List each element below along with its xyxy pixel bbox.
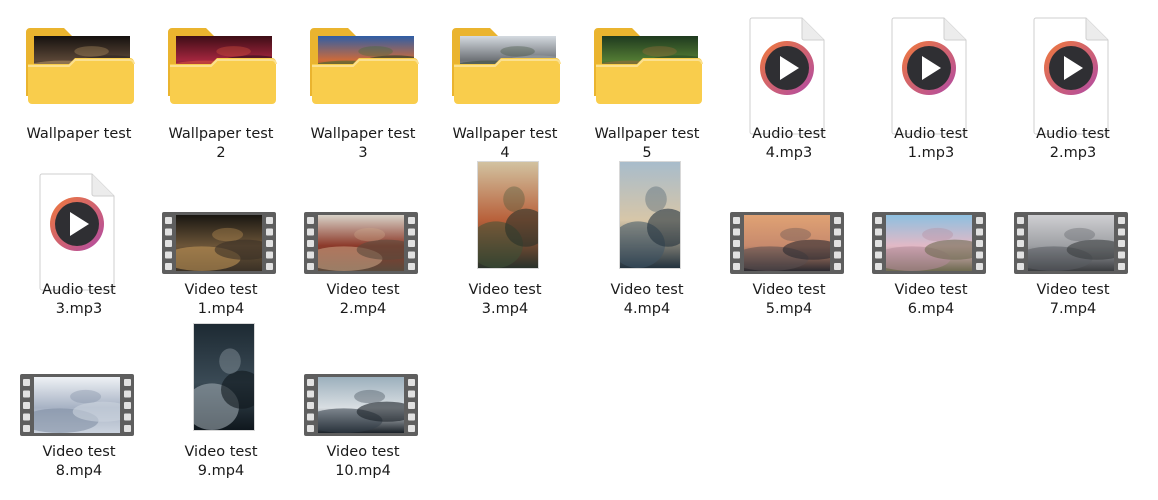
file-item[interactable]: Video test 4.mp4 xyxy=(582,161,712,330)
file-name: Video test 3.mp4 xyxy=(468,282,542,317)
file-item[interactable]: Video test 8.mp4 xyxy=(14,334,144,492)
audio-file-icon xyxy=(866,16,996,135)
file-item[interactable]: Audio test 3.mp3 xyxy=(14,172,144,330)
file-item[interactable]: Video test 7.mp4 xyxy=(1008,172,1138,330)
file-item[interactable]: Video test 10.mp4 xyxy=(298,334,428,492)
file-name: Video test 7.mp4 xyxy=(1036,282,1110,317)
file-item[interactable]: Video test 5.mp4 xyxy=(724,172,854,330)
file-name: Video test 6.mp4 xyxy=(894,282,968,317)
file-name: Wallpaper test 3 xyxy=(310,126,416,161)
folder-icon xyxy=(14,14,144,126)
file-item[interactable]: Wallpaper test 4 xyxy=(440,16,570,174)
file-item[interactable]: Wallpaper test 3 xyxy=(298,16,428,174)
file-name: Audio test 1.mp3 xyxy=(894,126,968,161)
video-file-icon xyxy=(866,168,996,280)
file-name: Audio test 4.mp3 xyxy=(752,126,826,161)
video-file-icon xyxy=(298,168,428,280)
video-file-icon xyxy=(724,168,854,280)
file-item[interactable]: Video test 2.mp4 xyxy=(298,172,428,330)
folder-icon xyxy=(440,14,570,126)
file-name: Video test 2.mp4 xyxy=(326,282,400,317)
file-name: Video test 9.mp4 xyxy=(184,444,258,479)
file-item[interactable]: Video test 3.mp4 xyxy=(440,161,570,330)
file-name: Video test 1.mp4 xyxy=(184,282,258,317)
file-item[interactable]: Audio test 4.mp3 xyxy=(724,16,854,174)
video-file-icon xyxy=(298,330,428,442)
file-item[interactable]: Wallpaper test 2 xyxy=(156,16,286,174)
file-name: Video test 5.mp4 xyxy=(752,282,826,317)
file-item[interactable]: Video test 6.mp4 xyxy=(866,172,996,330)
file-item[interactable]: Wallpaper test xyxy=(14,16,144,174)
file-item[interactable]: Wallpaper test 5 xyxy=(582,16,712,174)
audio-file-icon xyxy=(724,16,854,135)
video-file-icon xyxy=(440,158,570,270)
file-name: Video test 4.mp4 xyxy=(610,282,684,317)
video-file-icon xyxy=(14,330,144,442)
video-file-icon xyxy=(156,320,286,432)
folder-icon xyxy=(582,14,712,126)
file-name: Audio test 2.mp3 xyxy=(1036,126,1110,161)
file-name: Video test 8.mp4 xyxy=(42,444,116,479)
file-item[interactable]: Audio test 2.mp3 xyxy=(1008,16,1138,174)
video-file-icon xyxy=(156,168,286,280)
folder-icon xyxy=(156,14,286,126)
audio-file-icon xyxy=(14,172,144,291)
folder-icon xyxy=(298,14,428,126)
file-item[interactable]: Video test 1.mp4 xyxy=(156,172,286,330)
file-item[interactable]: Audio test 1.mp3 xyxy=(866,16,996,174)
file-name: Audio test 3.mp3 xyxy=(42,282,116,317)
video-file-icon xyxy=(582,158,712,270)
file-grid: Wallpaper test Wallpaper test 2 Wallpaper … xyxy=(0,0,1158,500)
file-item[interactable]: Video test 9.mp4 xyxy=(156,323,286,492)
file-name: Video test 10.mp4 xyxy=(326,444,400,479)
video-file-icon xyxy=(1008,168,1138,280)
audio-file-icon xyxy=(1008,16,1138,135)
file-name: Wallpaper test xyxy=(26,126,132,142)
file-name: Wallpaper test 2 xyxy=(168,126,274,161)
